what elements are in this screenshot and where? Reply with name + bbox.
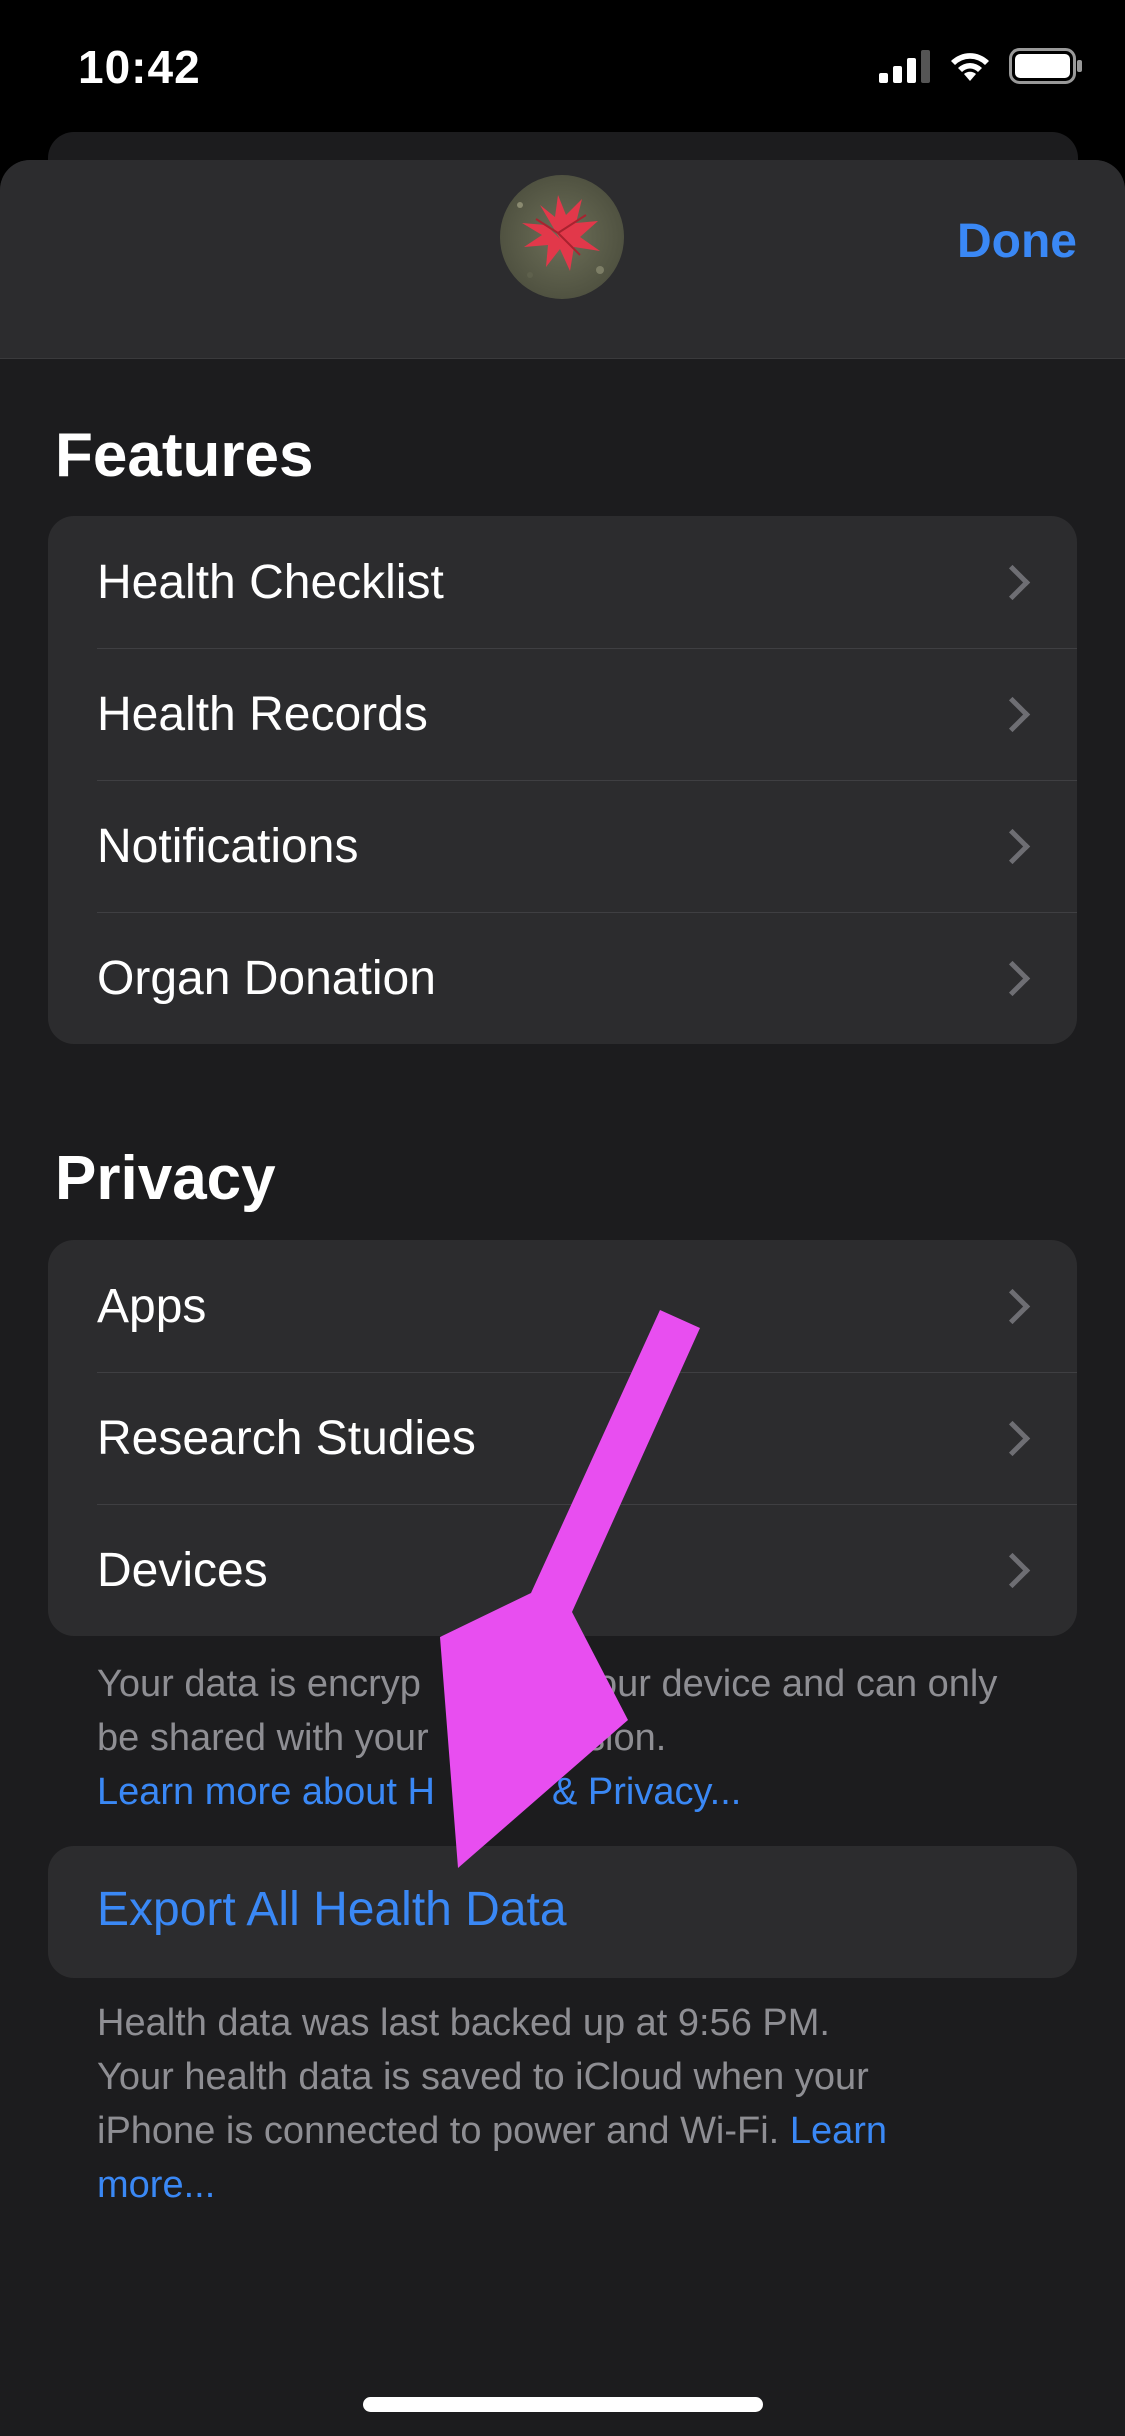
chevron-right-icon bbox=[994, 564, 1031, 601]
privacy-list: Apps Research Studies Devices bbox=[48, 1240, 1077, 1636]
red-leaf-avatar-icon bbox=[500, 175, 624, 299]
row-label: Apps bbox=[97, 1279, 207, 1333]
avatar[interactable] bbox=[500, 175, 624, 299]
row-label: Health Checklist bbox=[97, 555, 444, 609]
row-label: Devices bbox=[97, 1543, 268, 1597]
chevron-right-icon bbox=[994, 1420, 1031, 1457]
privacy-section-title: Privacy bbox=[55, 1144, 276, 1213]
privacy-item-devices[interactable]: Devices bbox=[48, 1504, 1077, 1636]
chevron-right-icon bbox=[994, 1552, 1031, 1589]
backup-footnote-line2: Your health data is saved to iCloud when… bbox=[97, 2056, 869, 2098]
row-label: Organ Donation bbox=[97, 951, 436, 1005]
backup-footnote-line3: iPhone is connected to power and Wi-Fi. bbox=[97, 2110, 780, 2152]
battery-icon bbox=[1009, 48, 1082, 84]
wifi-icon bbox=[951, 53, 989, 81]
export-all-health-data-button[interactable]: Export All Health Data bbox=[48, 1846, 1077, 1978]
learn-more-privacy-link[interactable]: Learn more about H bbox=[97, 1765, 435, 1819]
features-item-organ-donation[interactable]: Organ Donation bbox=[48, 912, 1077, 1044]
backup-footnote-line3-row: iPhone is connected to power and Wi-Fi. … bbox=[97, 2104, 1047, 2158]
learn-more-backup-link[interactable]: Learn bbox=[790, 2110, 887, 2152]
learn-more-backup-link-end[interactable]: more... bbox=[97, 2164, 215, 2206]
chevron-right-icon bbox=[994, 1288, 1031, 1325]
privacy-item-apps[interactable]: Apps bbox=[48, 1240, 1077, 1372]
privacy-footnote: Your data is encryp your device and can … bbox=[97, 1657, 1047, 1819]
row-label: Notifications bbox=[97, 819, 359, 873]
features-list: Health Checklist Health Records Notifica… bbox=[48, 516, 1077, 1044]
sheet-header: Done bbox=[0, 160, 1125, 359]
row-label: Health Records bbox=[97, 687, 428, 741]
privacy-footnote-line1-end: your device and can only bbox=[577, 1663, 998, 1705]
chevron-right-icon bbox=[994, 828, 1031, 865]
cellular-signal-icon bbox=[879, 50, 930, 83]
export-label: Export All Health Data bbox=[97, 1883, 567, 1936]
backup-footnote-line1: Health data was last backed up at 9:56 P… bbox=[97, 2002, 830, 2044]
features-item-health-records[interactable]: Health Records bbox=[48, 648, 1077, 780]
privacy-footnote-line2-end: ssion. bbox=[567, 1717, 667, 1759]
privacy-footnote-line2: be shared with your bbox=[97, 1717, 429, 1759]
status-time: 10:42 bbox=[78, 41, 201, 93]
privacy-item-research-studies[interactable]: Research Studies bbox=[48, 1372, 1077, 1504]
features-item-notifications[interactable]: Notifications bbox=[48, 780, 1077, 912]
status-icons bbox=[879, 48, 1083, 84]
features-item-health-checklist[interactable]: Health Checklist bbox=[48, 516, 1077, 648]
done-button[interactable]: Done bbox=[957, 214, 1077, 269]
chevron-right-icon bbox=[994, 960, 1031, 997]
privacy-footnote-line1: Your data is encryp bbox=[97, 1663, 421, 1705]
status-bar: 10:42 bbox=[0, 0, 1125, 140]
learn-more-privacy-link-end[interactable]: & Privacy... bbox=[552, 1765, 741, 1819]
features-section-title: Features bbox=[55, 421, 314, 490]
row-label: Research Studies bbox=[97, 1411, 476, 1465]
backup-footnote: Health data was last backed up at 9:56 P… bbox=[97, 1996, 1047, 2212]
chevron-right-icon bbox=[994, 696, 1031, 733]
home-indicator[interactable] bbox=[363, 2397, 763, 2412]
